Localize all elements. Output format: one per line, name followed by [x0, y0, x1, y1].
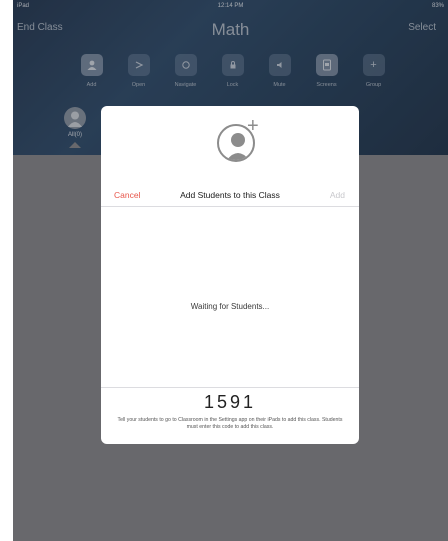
add-button[interactable]: Add	[330, 190, 345, 200]
waiting-status: Waiting for Students...	[190, 302, 270, 311]
class-code: 1591	[203, 392, 257, 412]
sheet-title: Add Students to this Class	[180, 190, 280, 200]
add-students-sheet: + Cancel Add Students to this Class Add …	[101, 106, 359, 444]
add-plus-icon: +	[247, 115, 259, 137]
code-divider	[101, 387, 359, 388]
instructions-text: Tell your students to go to Classroom in…	[117, 417, 343, 431]
ipad-screen: iPad 12:14 PM 83% End Class Math Select …	[13, 0, 448, 541]
header-divider	[101, 206, 359, 207]
sheet-header: Cancel Add Students to this Class Add	[101, 186, 359, 206]
